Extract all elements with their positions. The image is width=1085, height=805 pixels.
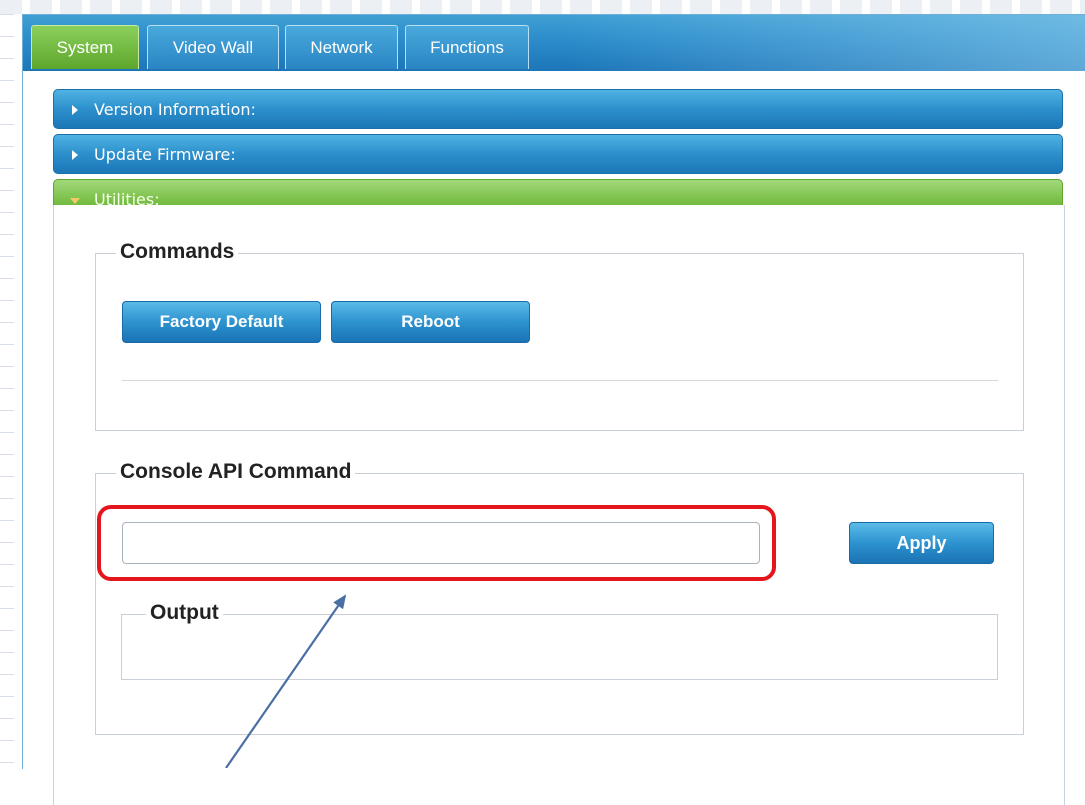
annotation-arrow: [225, 594, 347, 768]
